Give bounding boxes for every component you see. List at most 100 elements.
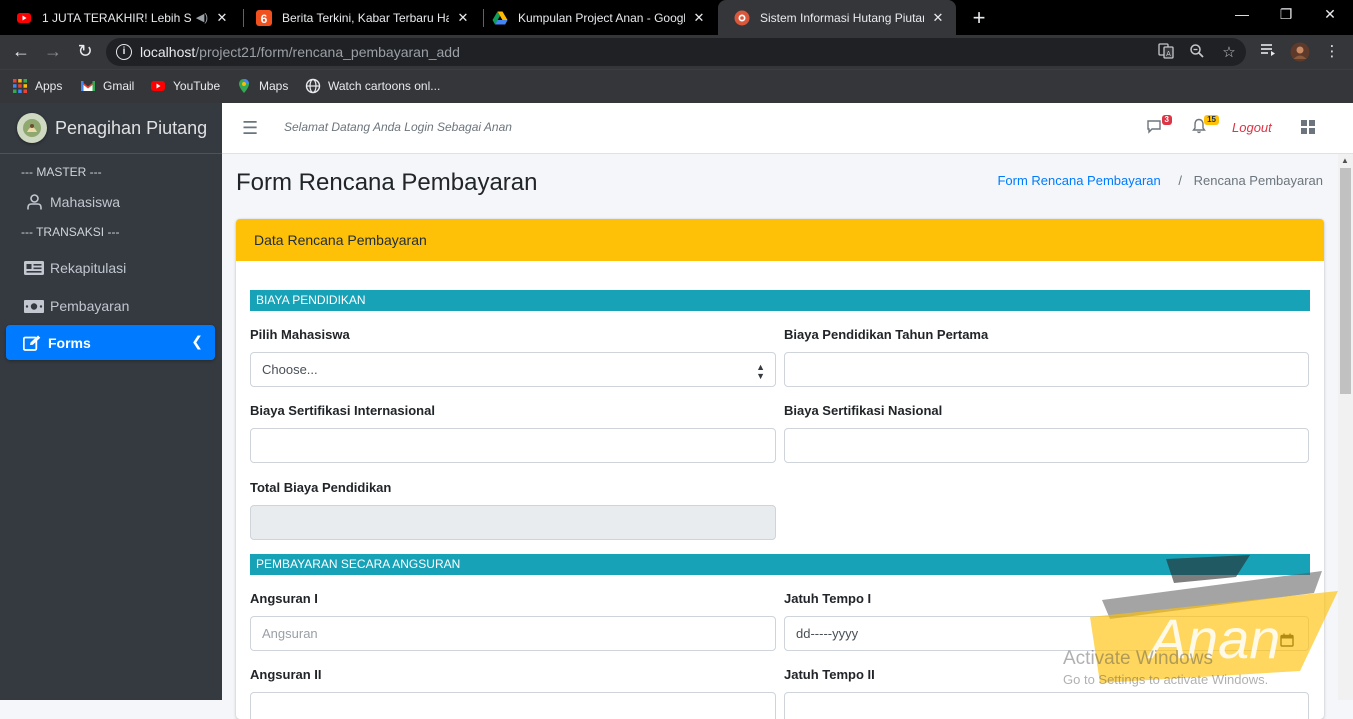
new-tab-icon[interactable]: + xyxy=(969,5,989,31)
close-tab-icon[interactable]: ✕ xyxy=(455,10,471,26)
bookmark-apps[interactable]: Apps xyxy=(12,78,62,94)
svg-text:6: 6 xyxy=(261,12,268,26)
sidebar-item-forms[interactable]: Forms ❮ xyxy=(6,325,215,360)
edit-icon xyxy=(22,335,42,351)
media-queue-icon[interactable] xyxy=(1258,42,1278,62)
sertifikasi-internasional-input[interactable] xyxy=(250,428,776,463)
angsuran1-label: Angsuran I xyxy=(250,591,318,606)
breadcrumb-link[interactable]: Form Rencana Pembayaran xyxy=(997,173,1160,188)
notifications-badge: 15 xyxy=(1204,115,1219,125)
activate-windows-title: Activate Windows xyxy=(1063,648,1213,669)
restore-icon[interactable]: ❐ xyxy=(1276,6,1296,23)
browser-tab-drive[interactable]: Kumpulan Project Anan - Google ✕ xyxy=(476,0,717,35)
url-host: localhost xyxy=(140,44,196,60)
jatuh-tempo2-date-input[interactable] xyxy=(784,692,1309,719)
biaya-tahun-pertama-label: Biaya Pendidikan Tahun Pertama xyxy=(784,327,989,342)
close-tab-icon[interactable]: ✕ xyxy=(214,10,230,26)
bookmark-youtube[interactable]: YouTube xyxy=(150,78,220,94)
browser-menu-icon[interactable]: ⋮ xyxy=(1322,42,1342,60)
bookmarks-bar: Apps Gmail YouTube Maps Watch cartoons o… xyxy=(0,69,1353,103)
date-placeholder: dd-----yyyy xyxy=(796,626,859,641)
brand-logo-icon xyxy=(17,113,47,143)
page-scrollbar[interactable]: ▲ xyxy=(1338,154,1353,700)
bookmark-watch-cartoons[interactable]: Watch cartoons onl... xyxy=(305,78,440,94)
jatuh-tempo2-label: Jatuh Tempo II xyxy=(784,667,875,682)
money-bill-icon xyxy=(24,298,44,314)
apps-grid-icon xyxy=(13,79,27,93)
menu-toggle-icon[interactable]: ☰ xyxy=(242,118,258,139)
chevron-left-icon[interactable]: ❮ xyxy=(191,333,203,350)
translate-icon[interactable]: A xyxy=(1156,43,1176,63)
google-drive-icon xyxy=(492,11,508,24)
scrollbar-thumb[interactable] xyxy=(1340,168,1351,394)
zoom-icon[interactable] xyxy=(1187,43,1207,63)
youtube-icon xyxy=(17,12,31,23)
pilih-mahasiswa-label: Pilih Mahasiswa xyxy=(250,327,350,342)
bookmark-label: YouTube xyxy=(173,79,221,93)
sidebar-item-pembayaran[interactable]: Pembayaran xyxy=(0,287,222,325)
browser-tab-active[interactable]: Sistem Informasi Hutang Piutang ✕ xyxy=(718,0,956,35)
globe-icon xyxy=(305,78,321,94)
select-value: Choose... xyxy=(262,362,318,377)
messages-icon[interactable]: 3 xyxy=(1146,115,1172,138)
nav-header-transaksi: --- TRANSAKSI --- xyxy=(21,225,120,239)
browser-tab-news[interactable]: 6 Berita Terkini, Kabar Terbaru Hari ✕ xyxy=(240,0,481,35)
id-card-icon xyxy=(24,260,44,276)
bookmark-label: Gmail xyxy=(103,79,135,93)
bookmark-star-icon[interactable]: ☆ xyxy=(1219,43,1239,61)
notifications-icon[interactable]: 15 xyxy=(1191,115,1219,138)
app-icon xyxy=(734,10,750,25)
sidebar-item-label: Forms xyxy=(48,334,91,351)
breadcrumb-current: Rencana Pembayaran xyxy=(1193,173,1323,188)
url-text[interactable]: localhost/project21/form/rencana_pembaya… xyxy=(140,44,460,60)
close-window-icon[interactable]: ✕ xyxy=(1320,6,1340,23)
browser-tab-youtube[interactable]: 1 JUTA TERAKHIR! Lebih Sabar ◀︎) ✕ xyxy=(0,0,240,35)
apps-grid-icon[interactable] xyxy=(1301,120,1315,134)
nav-header-master: --- MASTER --- xyxy=(21,165,102,179)
profile-avatar[interactable] xyxy=(1290,42,1310,66)
close-tab-icon[interactable]: ✕ xyxy=(691,10,707,26)
audio-icon[interactable]: ◀︎) xyxy=(196,11,208,24)
page-title: Form Rencana Pembayaran xyxy=(236,169,538,196)
tab-title: Berita Terkini, Kabar Terbaru Hari xyxy=(282,10,449,25)
address-bar[interactable]: i localhost/project21/form/rencana_pemba… xyxy=(106,38,1246,66)
tab-title: Kumpulan Project Anan - Google xyxy=(518,10,685,25)
section-header-biaya-pendidikan: BIAYA PENDIDIKAN xyxy=(250,290,1310,311)
tab-title: 1 JUTA TERAKHIR! Lebih Sabar xyxy=(42,10,192,25)
messages-badge: 3 xyxy=(1161,115,1172,125)
close-tab-icon[interactable]: ✕ xyxy=(930,10,946,26)
bookmark-label: Maps xyxy=(259,79,289,93)
brand-link[interactable]: Penagihan Piutang xyxy=(0,103,222,154)
youtube-icon xyxy=(151,81,165,91)
sertifikasi-nasional-input[interactable] xyxy=(784,428,1309,463)
sertifikasi-internasional-label: Biaya Sertifikasi Internasional xyxy=(250,403,435,418)
total-biaya-label: Total Biaya Pendidikan xyxy=(250,480,392,495)
bookmark-gmail[interactable]: Gmail xyxy=(80,78,134,94)
reload-icon[interactable]: ↻ xyxy=(74,41,96,62)
bookmark-maps[interactable]: Maps xyxy=(236,78,288,94)
angsuran1-input[interactable]: Angsuran xyxy=(250,616,776,651)
news-icon: 6 xyxy=(256,9,272,26)
total-biaya-input xyxy=(250,505,776,540)
angsuran2-input[interactable] xyxy=(250,692,776,719)
sidebar-item-label: Pembayaran xyxy=(50,298,130,314)
scroll-up-icon[interactable]: ▲ xyxy=(1341,156,1349,165)
sidebar-item-mahasiswa[interactable]: Mahasiswa xyxy=(0,183,222,221)
sidebar-item-rekapitulasi[interactable]: Rekapitulasi xyxy=(0,249,222,287)
sidebar-item-label: Rekapitulasi xyxy=(50,260,127,276)
angsuran2-label: Angsuran II xyxy=(250,667,322,682)
biaya-tahun-pertama-input[interactable] xyxy=(784,352,1309,387)
welcome-text: Selamat Datang Anda Login Sebagai Anan xyxy=(284,120,512,134)
svg-text:A: A xyxy=(1166,51,1171,58)
back-icon[interactable]: ← xyxy=(10,41,32,62)
pilih-mahasiswa-select[interactable]: Choose... ▲ ▼ xyxy=(250,352,776,387)
maps-icon xyxy=(239,79,249,93)
logout-link[interactable]: Logout xyxy=(1232,120,1272,135)
sidebar-item-label: Mahasiswa xyxy=(50,194,121,210)
site-info-icon[interactable]: i xyxy=(116,44,132,60)
bookmark-label: Apps xyxy=(35,79,63,93)
minimize-icon[interactable]: — xyxy=(1232,6,1252,22)
top-navbar: ☰ Selamat Datang Anda Login Sebagai Anan… xyxy=(222,103,1353,154)
forward-icon[interactable]: → xyxy=(42,41,64,62)
browser-toolbar: ← → ↻ i localhost/project21/form/rencana… xyxy=(0,35,1353,69)
